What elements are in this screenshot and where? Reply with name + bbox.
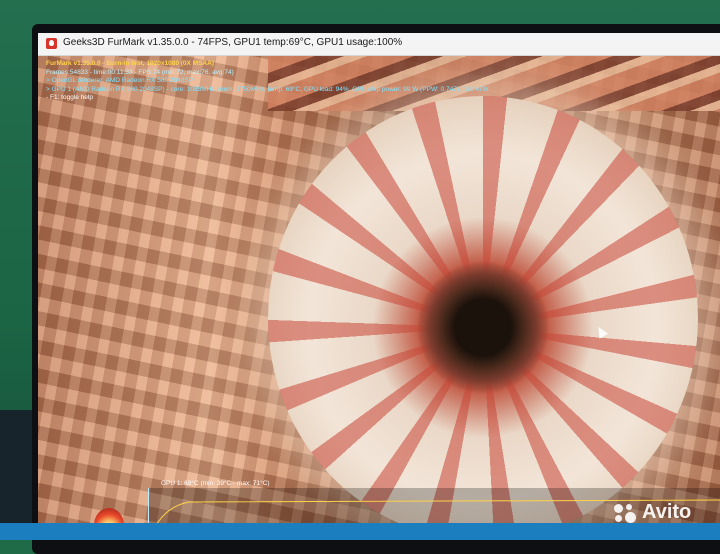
- taskbar[interactable]: [0, 523, 720, 540]
- furmark-app-icon[interactable]: [46, 38, 57, 49]
- window-titlebar[interactable]: Geeks3D FurMark v1.35.0.0 - 74FPS, GPU1 …: [38, 33, 720, 56]
- overlay-line-frames: Frames:54833 - time:00:11:33 - FPS:74 (m…: [46, 68, 234, 76]
- overlay-line-help: - F1: toggle help: [46, 94, 93, 102]
- window-title: Geeks3D FurMark v1.35.0.0 - 74FPS, GPU1 …: [63, 37, 403, 48]
- avito-dots-icon: [614, 504, 638, 524]
- stats-overlay: FurMark v1.35.0.0 - Burn-in test, 1920x1…: [46, 60, 488, 103]
- graph-label: GPU 1: 69°C (min: 39°C - max: 71°C): [161, 480, 270, 487]
- overlay-line-version: FurMark v1.35.0.0 - Burn-in test, 1920x1…: [46, 60, 214, 67]
- furmark-window: Geeks3D FurMark v1.35.0.0 - 74FPS, GPU1 …: [38, 33, 720, 540]
- avito-text: Avito: [642, 501, 692, 523]
- fur-donut-render: [268, 96, 698, 540]
- overlay-line-gpu: > GPU 1 (AMD Radeon RX 580 2048SP) - cor…: [46, 85, 489, 93]
- render-viewport[interactable]: FurMark v1.35.0.0 - Burn-in test, 1920x1…: [38, 56, 720, 540]
- cable: [0, 410, 32, 540]
- overlay-line-renderer: > OpenGL renderer: AMD Radeon RX 580 204…: [46, 77, 194, 85]
